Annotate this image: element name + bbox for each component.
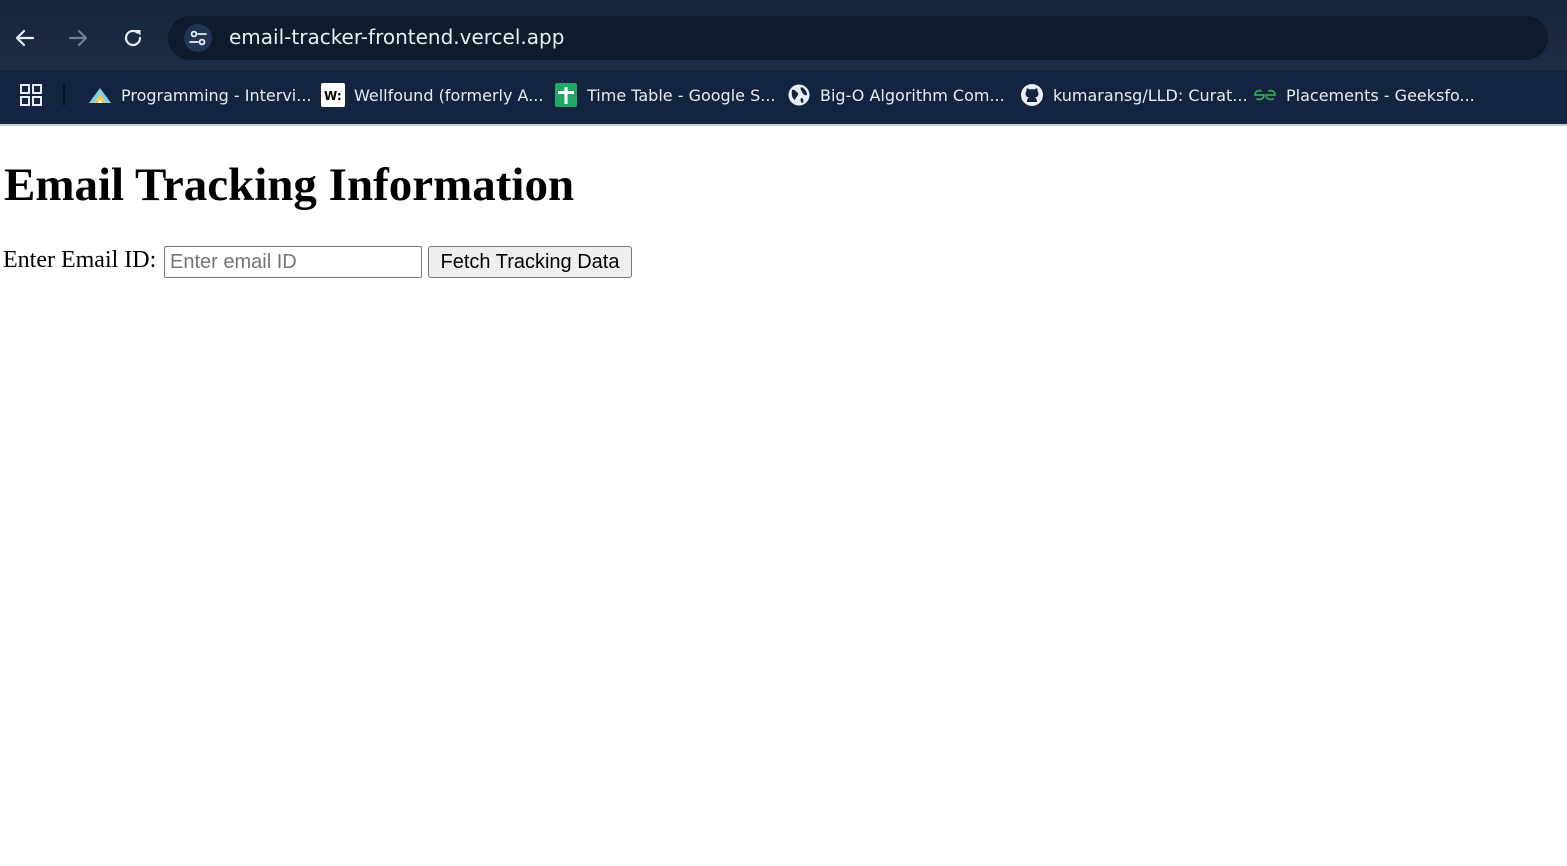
bookmark-label: Time Table - Google S... (587, 85, 776, 105)
bookmark-github-lld[interactable]: kumaransg/LLD: Curat... (1020, 81, 1248, 109)
bookmark-geeksforgeeks[interactable]: Placements - Geeksfo... (1253, 81, 1475, 109)
back-arrow-icon (15, 29, 35, 47)
fetch-tracking-data-button[interactable]: Fetch Tracking Data (428, 246, 632, 278)
bookmark-big-o[interactable]: Big-O Algorithm Com... (787, 81, 1005, 109)
interviewbit-icon (88, 83, 112, 107)
browser-toolbar: email-tracker-frontend.vercel.app (0, 0, 1567, 70)
bookmark-label: Big-O Algorithm Com... (820, 85, 1005, 105)
tune-icon (189, 30, 207, 46)
bookmark-label: Placements - Geeksfo... (1286, 85, 1475, 105)
apps-grid-icon[interactable] (19, 83, 43, 107)
bookmarks-bar: Programming - Intervi... W: Wellfound (f… (0, 70, 1567, 124)
bookmark-programming[interactable]: Programming - Intervi... (88, 81, 312, 109)
github-icon (1020, 83, 1044, 107)
page-content: Email Tracking Information Enter Email I… (0, 126, 1567, 866)
reload-button[interactable] (115, 20, 151, 56)
reload-icon (124, 29, 142, 47)
bookmarks-separator (63, 84, 65, 106)
email-input[interactable] (164, 246, 422, 278)
bookmark-wellfound[interactable]: W: Wellfound (formerly A... (321, 81, 543, 109)
google-sheets-icon (554, 83, 578, 107)
wellfound-icon: W: (321, 83, 345, 107)
forward-arrow-icon (68, 29, 88, 47)
bookmark-label: kumaransg/LLD: Curat... (1053, 85, 1248, 105)
page-title: Email Tracking Information (4, 159, 575, 211)
browser-chrome: email-tracker-frontend.vercel.app Progra… (0, 0, 1567, 125)
bookmark-time-table[interactable]: Time Table - Google S... (554, 81, 775, 109)
url-text[interactable]: email-tracker-frontend.vercel.app (229, 25, 564, 49)
svg-text:W:: W: (324, 89, 342, 103)
email-label: Enter Email ID: (3, 247, 157, 273)
bookmark-label: Wellfound (formerly A... (354, 85, 544, 105)
bookmark-label: Programming - Intervi... (121, 85, 312, 105)
geeksforgeeks-icon (1253, 83, 1277, 107)
site-info-button[interactable] (184, 24, 212, 52)
globe-icon (787, 83, 811, 107)
address-bar[interactable]: email-tracker-frontend.vercel.app (168, 16, 1548, 60)
forward-button[interactable] (60, 20, 96, 56)
back-button[interactable] (7, 20, 43, 56)
